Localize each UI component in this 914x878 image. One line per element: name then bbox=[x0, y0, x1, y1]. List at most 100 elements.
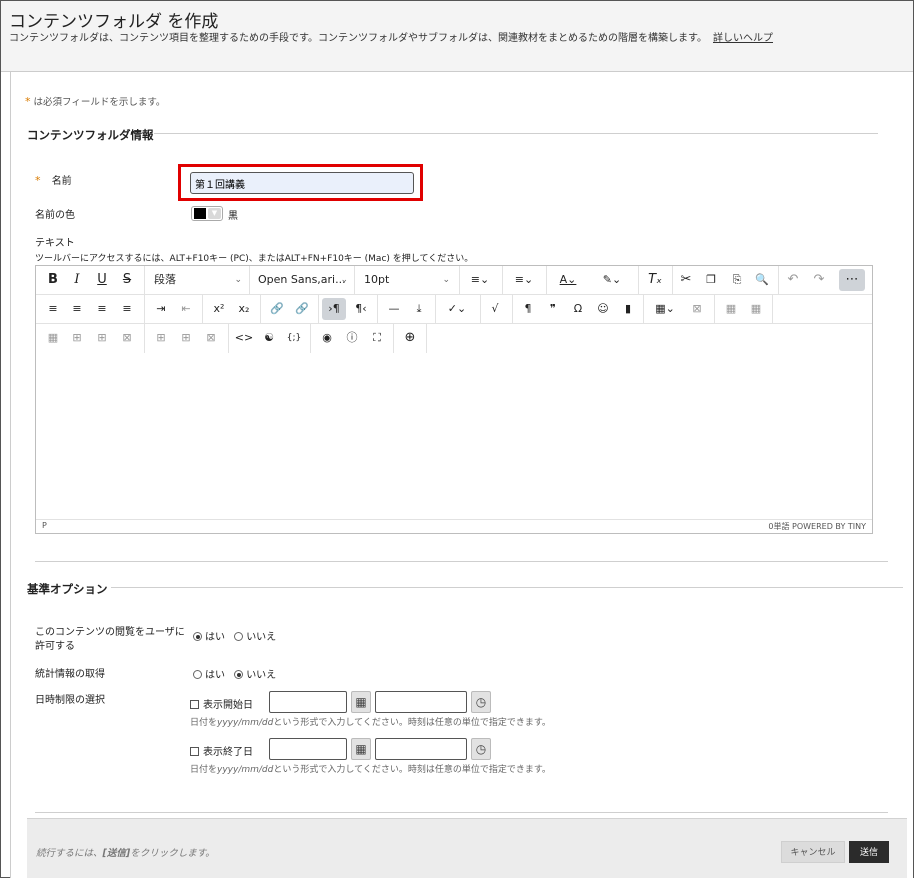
table-icon[interactable]: ▦⌄ bbox=[648, 298, 682, 320]
align-left-icon[interactable]: ≡ bbox=[42, 298, 64, 320]
bullet-list-icon[interactable]: ≡⌄ bbox=[464, 269, 496, 291]
numbered-list-icon[interactable]: ≡⌄ bbox=[508, 269, 540, 291]
bold-icon[interactable]: B bbox=[42, 269, 64, 291]
display-until-option[interactable]: 表示終了日 bbox=[190, 743, 253, 758]
cancel-button[interactable]: キャンセル bbox=[781, 841, 845, 863]
chevron-down-icon: ⌄ bbox=[340, 275, 348, 285]
highlight-color-icon[interactable]: ✎⌄ bbox=[594, 269, 630, 291]
footer-instruction-prefix: 続行するには、 bbox=[36, 848, 103, 859]
toolbar-separator bbox=[144, 324, 145, 353]
link-icon[interactable]: 🔗 bbox=[266, 298, 288, 320]
allow-view-no-option[interactable]: いいえ bbox=[234, 632, 276, 643]
radio-no[interactable] bbox=[234, 632, 244, 641]
submit-button[interactable]: 送信 bbox=[849, 841, 889, 863]
calendar-icon[interactable]: ▦ bbox=[351, 738, 371, 760]
align-justify-icon[interactable]: ≡ bbox=[116, 298, 138, 320]
section-divider bbox=[35, 561, 888, 562]
undo-icon[interactable]: ↶ bbox=[782, 269, 804, 291]
tracking-yes-option[interactable]: はい bbox=[193, 670, 225, 681]
blockquote-icon[interactable]: ❞ bbox=[542, 298, 564, 320]
display-after-checkbox[interactable] bbox=[190, 700, 199, 709]
tracking-no-label: いいえ bbox=[246, 670, 277, 681]
toolbar-separator bbox=[249, 266, 250, 295]
form-footer: 続行するには、[送信]をクリックします。 キャンセル 送信 bbox=[27, 818, 907, 878]
align-center-icon[interactable]: ≡ bbox=[66, 298, 88, 320]
math-equation-icon[interactable]: √ bbox=[484, 298, 506, 320]
insert-row-before-icon[interactable]: ▦ bbox=[42, 327, 64, 349]
italic-icon[interactable]: I bbox=[66, 269, 88, 291]
delete-row-icon[interactable]: ⊞ bbox=[91, 327, 113, 349]
display-after-time-input[interactable] bbox=[375, 691, 467, 713]
paragraph-mark-icon[interactable]: ¶ bbox=[517, 298, 539, 320]
insert-row-after-icon[interactable]: ⊞ bbox=[66, 327, 88, 349]
toolbar-separator bbox=[377, 295, 378, 324]
insert-column-after-icon[interactable]: ⊞ bbox=[175, 327, 197, 349]
superscript-icon[interactable]: x² bbox=[208, 298, 230, 320]
display-after-option[interactable]: 表示開始日 bbox=[190, 696, 253, 711]
paragraph-select[interactable]: 段落 ⌄ bbox=[154, 269, 242, 291]
insert-column-before-icon[interactable]: ⊞ bbox=[150, 327, 172, 349]
clock-icon[interactable]: ◷ bbox=[471, 738, 491, 760]
indent-icon[interactable]: ⇥ bbox=[150, 298, 172, 320]
paste-icon[interactable]: ⎘ bbox=[726, 269, 748, 291]
radio-yes[interactable] bbox=[193, 670, 202, 679]
redo-icon[interactable]: ↷ bbox=[808, 269, 830, 291]
toolbar-separator bbox=[318, 295, 319, 324]
hint-format: yyyy/mm/dd bbox=[217, 718, 274, 728]
clock-icon[interactable]: ◷ bbox=[471, 691, 491, 713]
radio-yes[interactable] bbox=[193, 632, 202, 641]
allow-view-yes-option[interactable]: はい bbox=[193, 632, 225, 643]
subscript-icon[interactable]: x₂ bbox=[233, 298, 255, 320]
display-until-date-input[interactable] bbox=[269, 738, 347, 760]
horizontal-line-icon[interactable]: — bbox=[383, 298, 405, 320]
allow-view-label-line-2: 許可する bbox=[35, 641, 75, 652]
emoticon-icon[interactable]: ☺ bbox=[592, 298, 614, 320]
outdent-icon[interactable]: ⇤ bbox=[175, 298, 197, 320]
font-family-select[interactable]: Open Sans,ari... ⌄ bbox=[258, 269, 348, 291]
search-icon[interactable]: 🔍 bbox=[751, 269, 773, 291]
display-until-checkbox[interactable] bbox=[190, 747, 199, 756]
display-until-time-input[interactable] bbox=[375, 738, 467, 760]
text-color-icon[interactable]: A⌄ bbox=[552, 269, 584, 291]
clear-formatting-icon[interactable]: Tₓ bbox=[644, 269, 666, 291]
cut-icon[interactable]: ✂ bbox=[675, 269, 697, 291]
spellcheck-icon[interactable]: ✓⌄ bbox=[440, 298, 474, 320]
page-description-text: コンテンツフォルダは、コンテンツ項目を整理するための手段です。コンテンツフォルダ… bbox=[9, 33, 707, 44]
source-code-icon[interactable]: <> bbox=[233, 327, 255, 349]
fullscreen-icon[interactable]: ⛶ bbox=[366, 327, 388, 349]
split-cell-icon[interactable]: ⊠ bbox=[116, 327, 138, 349]
rtl-direction-icon[interactable]: ¶‹ bbox=[350, 298, 372, 320]
toolbar-separator bbox=[426, 324, 427, 353]
preview-eye-icon[interactable]: ◉ bbox=[316, 327, 338, 349]
delete-table-icon[interactable]: ⊠ bbox=[686, 298, 708, 320]
help-link[interactable]: 詳しいヘルプ bbox=[713, 33, 773, 44]
tracking-no-option[interactable]: いいえ bbox=[234, 670, 276, 681]
table-cell-properties-icon[interactable]: ▦ bbox=[745, 298, 767, 320]
table-row-properties-icon[interactable]: ▦ bbox=[720, 298, 742, 320]
font-size-select[interactable]: 10pt ⌄ bbox=[364, 269, 450, 291]
underline-icon[interactable]: U bbox=[91, 269, 113, 291]
help-question-icon[interactable]: ⓘ bbox=[341, 327, 363, 349]
tracking-radio-group: はい いいえ bbox=[193, 666, 276, 681]
strikethrough-icon[interactable]: S bbox=[116, 269, 138, 291]
page-description: コンテンツフォルダは、コンテンツ項目を整理するための手段です。コンテンツフォルダ… bbox=[9, 29, 773, 44]
insert-below-icon[interactable]: ⤓ bbox=[408, 298, 430, 320]
more-options-icon[interactable]: ⋯ bbox=[839, 269, 865, 291]
accessibility-icon[interactable]: ☯ bbox=[258, 327, 280, 349]
add-content-icon[interactable]: ⊕ bbox=[399, 327, 421, 349]
editor-content-area[interactable] bbox=[36, 354, 872, 519]
toolbar-separator bbox=[260, 295, 261, 324]
align-right-icon[interactable]: ≡ bbox=[91, 298, 113, 320]
name-input[interactable] bbox=[190, 172, 414, 194]
radio-no[interactable] bbox=[234, 670, 244, 679]
delete-column-icon[interactable]: ⊠ bbox=[200, 327, 222, 349]
copy-icon[interactable]: ❐ bbox=[700, 269, 722, 291]
special-character-icon[interactable]: Ω bbox=[567, 298, 589, 320]
display-after-date-input[interactable] bbox=[269, 691, 347, 713]
calendar-icon[interactable]: ▦ bbox=[351, 691, 371, 713]
name-color-picker[interactable]: ▼ bbox=[191, 206, 223, 221]
unlink-icon[interactable]: 🔗 bbox=[291, 298, 313, 320]
bookmark-icon[interactable]: ▮ bbox=[617, 298, 639, 320]
ltr-direction-icon[interactable]: ›¶ bbox=[322, 298, 346, 320]
variable-icon[interactable]: {;} bbox=[283, 327, 305, 349]
